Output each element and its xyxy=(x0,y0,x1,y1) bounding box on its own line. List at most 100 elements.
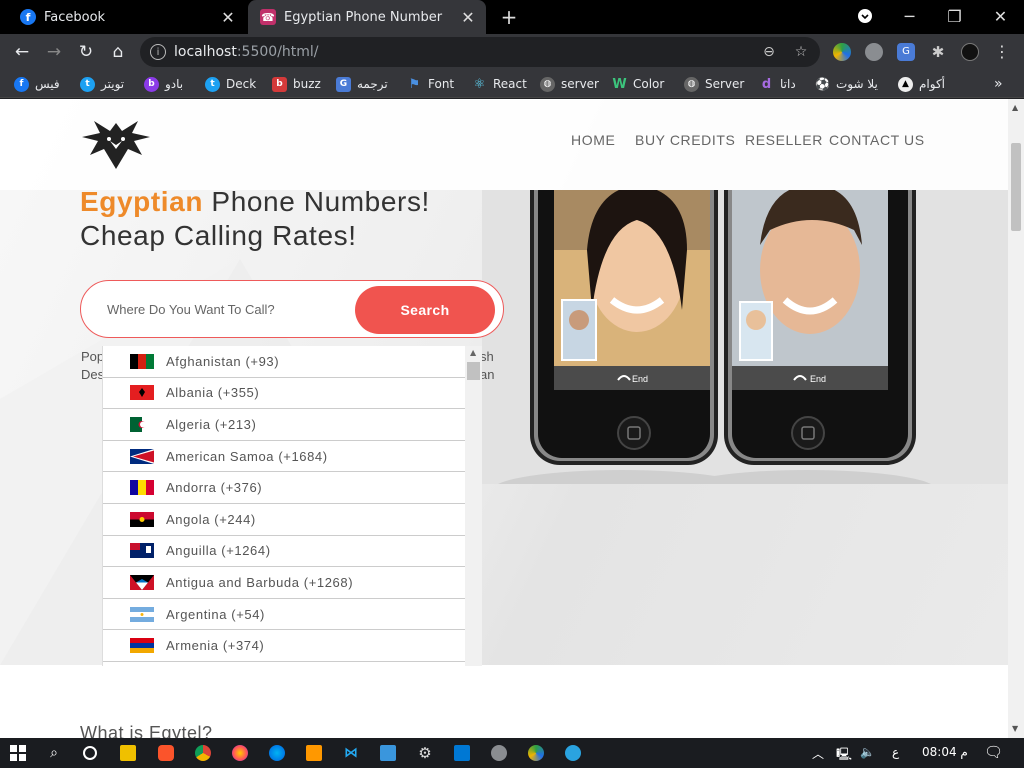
bookmark-item[interactable]: b buzz xyxy=(272,76,321,92)
country-option[interactable]: Antigua and Barbuda (+1268) xyxy=(103,567,465,599)
notifications-icon[interactable]: 🗨 xyxy=(984,743,1003,761)
country-option[interactable]: Argentina (+54) xyxy=(103,598,465,631)
flag-icon: ⚑ xyxy=(408,76,421,92)
extension-cloud-icon[interactable] xyxy=(865,43,883,61)
file-explorer-icon[interactable] xyxy=(120,745,136,761)
bookmarks-overflow-icon[interactable]: » xyxy=(994,76,1003,92)
country-option[interactable]: Armenia (+374) xyxy=(103,630,465,662)
country-option[interactable]: American Samoa (+1684) xyxy=(103,440,465,473)
page-scrollbar[interactable]: ▲ ▼ xyxy=(1008,99,1024,738)
new-tab-button[interactable]: + xyxy=(498,5,520,29)
country-option[interactable]: Albania (+355) xyxy=(103,377,465,410)
bookmark-item[interactable]: ◍ Server xyxy=(684,76,744,92)
bookmark-item[interactable]: ▲ أكوام xyxy=(898,76,945,92)
bookmark-item[interactable]: t تويتر xyxy=(80,76,124,92)
bookmark-item[interactable]: t Deck xyxy=(205,76,256,92)
close-tab-icon[interactable]: ✕ xyxy=(218,7,238,27)
bookmark-item[interactable]: b بادو xyxy=(144,76,183,92)
page-viewport: End End HOME BUY CREDITS RESELLER CONTAC… xyxy=(0,99,1008,738)
translate-extension-icon[interactable]: G xyxy=(897,43,915,61)
menu-kebab-icon[interactable]: ⋮ xyxy=(993,43,1011,61)
nav-home[interactable]: HOME xyxy=(571,132,615,148)
address-bar[interactable]: i localhost:5500/html/ ⊖ ☆ xyxy=(140,37,820,67)
network-icon[interactable]: 🖳 xyxy=(836,745,852,766)
minimize-button[interactable]: ─ xyxy=(887,0,932,32)
translate-icon: G xyxy=(336,76,351,92)
country-option[interactable]: Afghanistan (+93) xyxy=(103,346,465,378)
bookmark-item[interactable]: W Color xyxy=(612,76,664,92)
country-option[interactable]: Anguilla (+1264) xyxy=(103,535,465,568)
firefox-dev-icon[interactable] xyxy=(269,745,285,761)
intro-text-peek: Pop Des xyxy=(81,349,105,382)
flag-albania-icon xyxy=(130,385,154,401)
home-icon[interactable]: ⌂ xyxy=(106,40,130,64)
sublime-icon[interactable] xyxy=(306,745,322,761)
globe-icon: ◍ xyxy=(684,76,699,92)
site-header: HOME BUY CREDITS RESELLER CONTACT US xyxy=(0,99,1008,190)
bookmark-item[interactable]: ⚽ يلا شوت xyxy=(815,76,878,92)
bookmark-item[interactable]: ◍ server xyxy=(540,76,599,92)
country-option[interactable]: Angola (+244) xyxy=(103,503,465,536)
nav-contact-us[interactable]: CONTACT US xyxy=(829,132,925,148)
nav-buy-credits[interactable]: BUY CREDITS xyxy=(635,132,735,148)
buzz-icon: b xyxy=(272,76,287,92)
tray-chevron-icon[interactable]: ︿ xyxy=(812,745,824,762)
store-icon[interactable] xyxy=(380,745,396,761)
bookmark-item[interactable]: ⚑ Font xyxy=(407,76,454,92)
bookmark-item[interactable]: G ترجمه xyxy=(336,76,388,92)
search-icon[interactable]: ⌕ xyxy=(46,745,62,761)
reload-button[interactable]: ↻ xyxy=(74,40,98,64)
search-input[interactable] xyxy=(107,299,347,319)
tab-strip: f Facebook ✕ ☎ Egyptian Phone Number ✕ +… xyxy=(0,0,1024,34)
volume-icon[interactable]: 🔈 xyxy=(860,745,875,759)
country-option[interactable]: Andorra (+376) xyxy=(103,472,465,504)
app-cloud-icon[interactable] xyxy=(491,745,507,761)
tab-egyptian-phone-number[interactable]: ☎ Egyptian Phone Number ✕ xyxy=(248,0,486,34)
app-globe-icon[interactable] xyxy=(528,745,544,761)
firefox-icon[interactable] xyxy=(232,745,248,761)
extensions-puzzle-icon[interactable]: ✱ xyxy=(929,43,947,61)
tab-title: Facebook xyxy=(44,9,106,25)
scroll-down-arrow-icon[interactable]: ▼ xyxy=(1012,724,1020,733)
url-text: localhost:5500/html/ xyxy=(174,44,319,60)
brave-icon[interactable] xyxy=(158,745,174,761)
restore-button[interactable]: ❐ xyxy=(932,0,977,32)
task-view-icon[interactable] xyxy=(82,745,98,761)
language-indicator[interactable]: ع xyxy=(892,745,899,759)
globe-icon: ◍ xyxy=(540,76,555,92)
nav-reseller[interactable]: RESELLER xyxy=(745,132,823,148)
profile-avatar[interactable] xyxy=(961,43,979,61)
close-window-button[interactable]: ✕ xyxy=(978,0,1023,32)
vscode-icon[interactable]: ⋈ xyxy=(343,745,359,761)
section-title: What is Egytel? xyxy=(80,723,213,738)
windows-start-icon[interactable] xyxy=(10,745,26,761)
dropdown-scrollbar[interactable]: ▲ xyxy=(465,346,482,666)
settings-gear-icon[interactable]: ⚙ xyxy=(417,744,433,762)
extension-globe-icon[interactable] xyxy=(833,43,851,61)
page-scroll-thumb[interactable] xyxy=(1011,143,1021,231)
tab-search-icon[interactable] xyxy=(842,0,887,32)
bookmark-item[interactable]: d داتا xyxy=(759,76,796,92)
bookmark-star-icon[interactable]: ☆ xyxy=(792,43,810,61)
telegram-icon[interactable] xyxy=(565,745,581,761)
dropdown-scroll-thumb[interactable] xyxy=(467,362,480,380)
close-tab-icon[interactable]: ✕ xyxy=(458,7,478,27)
wolf-logo[interactable] xyxy=(80,119,152,171)
flag-argentina-icon xyxy=(130,606,154,622)
clock[interactable]: 08:04 م xyxy=(922,745,968,759)
forward-button[interactable]: → xyxy=(42,40,66,64)
bookmark-item[interactable]: ⚛ React xyxy=(472,76,527,92)
back-button[interactable]: ← xyxy=(10,40,34,64)
search-button[interactable]: Search xyxy=(355,286,495,334)
zoom-icon[interactable]: ⊖ xyxy=(760,43,778,61)
chrome-icon[interactable] xyxy=(195,745,211,761)
country-option[interactable]: Algeria (+213) xyxy=(103,409,465,441)
ball-icon: ⚽ xyxy=(815,76,830,91)
mail-icon[interactable] xyxy=(454,745,470,761)
country-dropdown[interactable]: Afghanistan (+93) Albania (+355) Algeria… xyxy=(102,346,482,666)
info-icon[interactable]: i xyxy=(150,44,166,60)
tab-facebook[interactable]: f Facebook ✕ xyxy=(8,0,246,34)
scroll-up-arrow-icon[interactable]: ▲ xyxy=(1012,103,1020,112)
scroll-up-arrow-icon[interactable]: ▲ xyxy=(470,348,476,357)
bookmark-item[interactable]: f فيس xyxy=(14,76,60,92)
